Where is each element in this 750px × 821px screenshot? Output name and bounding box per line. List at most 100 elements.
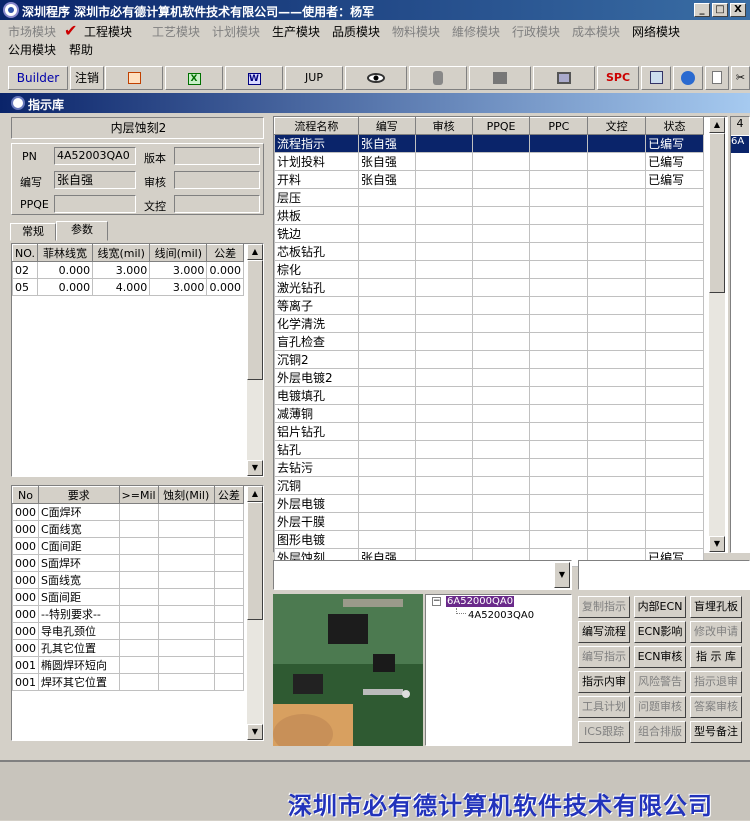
minimize-button[interactable]: _ — [694, 3, 710, 17]
process-cell[interactable] — [587, 224, 647, 243]
table-cell[interactable] — [157, 520, 215, 538]
process-cell[interactable] — [645, 422, 704, 441]
process-cell[interactable] — [529, 386, 589, 405]
process-cell[interactable] — [471, 404, 531, 423]
process-cell[interactable] — [645, 332, 704, 351]
action-button[interactable]: 盲埋孔板 — [690, 596, 742, 618]
table-cell[interactable] — [213, 622, 245, 640]
chevron-down-icon[interactable]: ▼ — [554, 562, 570, 588]
process-row[interactable]: 沉铜 — [274, 476, 704, 495]
requirement-no[interactable]: 000 — [12, 639, 39, 657]
view-button[interactable] — [345, 66, 407, 90]
process-cell[interactable] — [471, 458, 531, 477]
table-cell[interactable] — [213, 554, 245, 572]
process-cell[interactable]: 张自强 — [357, 134, 416, 153]
scroll-thumb[interactable] — [709, 133, 725, 293]
process-cell[interactable] — [414, 278, 473, 297]
requirement-text[interactable]: 焊环其它位置 — [38, 673, 120, 691]
menu-maintenance[interactable]: 維修模块 — [452, 23, 500, 40]
table-cell[interactable] — [157, 588, 215, 606]
requirement-no[interactable]: 000 — [12, 622, 39, 640]
table-row[interactable]: 000 孔其它位置 — [12, 639, 245, 657]
new-document-button[interactable] — [705, 66, 729, 90]
process-cell[interactable] — [529, 206, 589, 225]
process-cell[interactable] — [471, 440, 531, 459]
process-cell[interactable]: 等离子 — [274, 296, 359, 315]
process-row[interactable]: 电镀填孔 — [274, 386, 704, 405]
process-cell[interactable] — [529, 152, 589, 171]
process-cell[interactable] — [357, 458, 416, 477]
requirement-no[interactable]: 000 — [12, 554, 39, 572]
requirement-text[interactable]: --特别要求-- — [38, 605, 120, 623]
action-button[interactable]: 问题审核 — [634, 696, 686, 718]
process-row[interactable]: 烘板 — [274, 206, 704, 225]
process-column-header[interactable]: 文控 — [587, 117, 647, 135]
table-row[interactable]: 000 C面间距 — [12, 537, 245, 555]
requirements-column-header[interactable]: 蚀刻(Mil) — [157, 486, 215, 504]
process-cell[interactable]: 沉铜2 — [274, 350, 359, 369]
process-cell[interactable] — [587, 278, 647, 297]
process-scrollbar[interactable]: ▲ ▼ — [709, 117, 725, 552]
process-cell[interactable] — [357, 224, 416, 243]
process-cell[interactable] — [587, 512, 647, 531]
network-button[interactable] — [469, 66, 531, 90]
params-column-header[interactable]: 菲林线宽 — [36, 244, 94, 262]
process-cell[interactable] — [529, 188, 589, 207]
process-cell[interactable] — [357, 242, 416, 261]
process-cell[interactable]: 激光钻孔 — [274, 278, 359, 297]
requirements-column-header[interactable]: >=Mil — [118, 486, 159, 504]
process-cell[interactable] — [357, 386, 416, 405]
process-cell[interactable] — [471, 476, 531, 495]
process-row[interactable]: 钻孔 — [274, 440, 704, 459]
powerpoint-button[interactable] — [105, 66, 163, 90]
process-column-header[interactable]: 审核 — [414, 117, 473, 135]
action-button[interactable]: 组合排版 — [634, 721, 686, 743]
process-row[interactable]: 沉铜2 — [274, 350, 704, 369]
process-cell[interactable] — [587, 206, 647, 225]
action-button[interactable]: 指示退审 — [690, 671, 742, 693]
action-button[interactable]: 风险警告 — [634, 671, 686, 693]
process-cell[interactable] — [587, 350, 647, 369]
process-cell[interactable]: 烘板 — [274, 206, 359, 225]
menu-quality[interactable]: 品质模块 — [332, 23, 380, 40]
requirement-text[interactable]: C面线宽 — [38, 520, 120, 538]
requirement-no[interactable]: 000 — [12, 571, 39, 589]
process-cell[interactable] — [645, 530, 704, 549]
process-cell[interactable] — [414, 368, 473, 387]
jup-button[interactable]: JUP — [285, 66, 343, 90]
process-cell[interactable] — [587, 314, 647, 333]
menu-cost[interactable]: 成本模块 — [572, 23, 620, 40]
process-row[interactable]: 棕化 — [274, 260, 704, 279]
menu-common[interactable]: 公用模块 — [8, 41, 56, 58]
process-cell[interactable] — [529, 314, 589, 333]
process-cell[interactable] — [645, 242, 704, 261]
process-cell[interactable] — [471, 368, 531, 387]
action-button[interactable]: 指示内审 — [578, 671, 630, 693]
table-cell[interactable] — [118, 622, 159, 640]
process-cell[interactable] — [414, 422, 473, 441]
table-cell[interactable] — [157, 554, 215, 572]
process-cell[interactable] — [357, 422, 416, 441]
process-cell[interactable]: 化学清洗 — [274, 314, 359, 333]
process-cell[interactable] — [645, 476, 704, 495]
tab-normal[interactable]: 常规 — [10, 223, 56, 241]
process-cell[interactable] — [471, 188, 531, 207]
process-cell[interactable] — [414, 332, 473, 351]
process-cell[interactable] — [645, 368, 704, 387]
process-cell[interactable] — [529, 440, 589, 459]
table-cell[interactable] — [118, 537, 159, 555]
process-cell[interactable] — [587, 152, 647, 171]
table-cell[interactable] — [213, 503, 245, 521]
excel-button[interactable]: X — [165, 66, 223, 90]
table-row[interactable]: 001 焊环其它位置 — [12, 673, 245, 691]
params-column-header[interactable]: 公差 — [206, 244, 244, 262]
table-cell[interactable] — [157, 622, 215, 640]
process-cell[interactable] — [471, 206, 531, 225]
process-cell[interactable] — [357, 530, 416, 549]
process-cell[interactable] — [357, 494, 416, 513]
process-cell[interactable] — [357, 206, 416, 225]
requirement-text[interactable]: C面焊环 — [38, 503, 120, 521]
scroll-down-arrow[interactable]: ▼ — [247, 724, 263, 740]
process-row[interactable]: 图形电镀 — [274, 530, 704, 549]
table-cell[interactable] — [213, 520, 245, 538]
